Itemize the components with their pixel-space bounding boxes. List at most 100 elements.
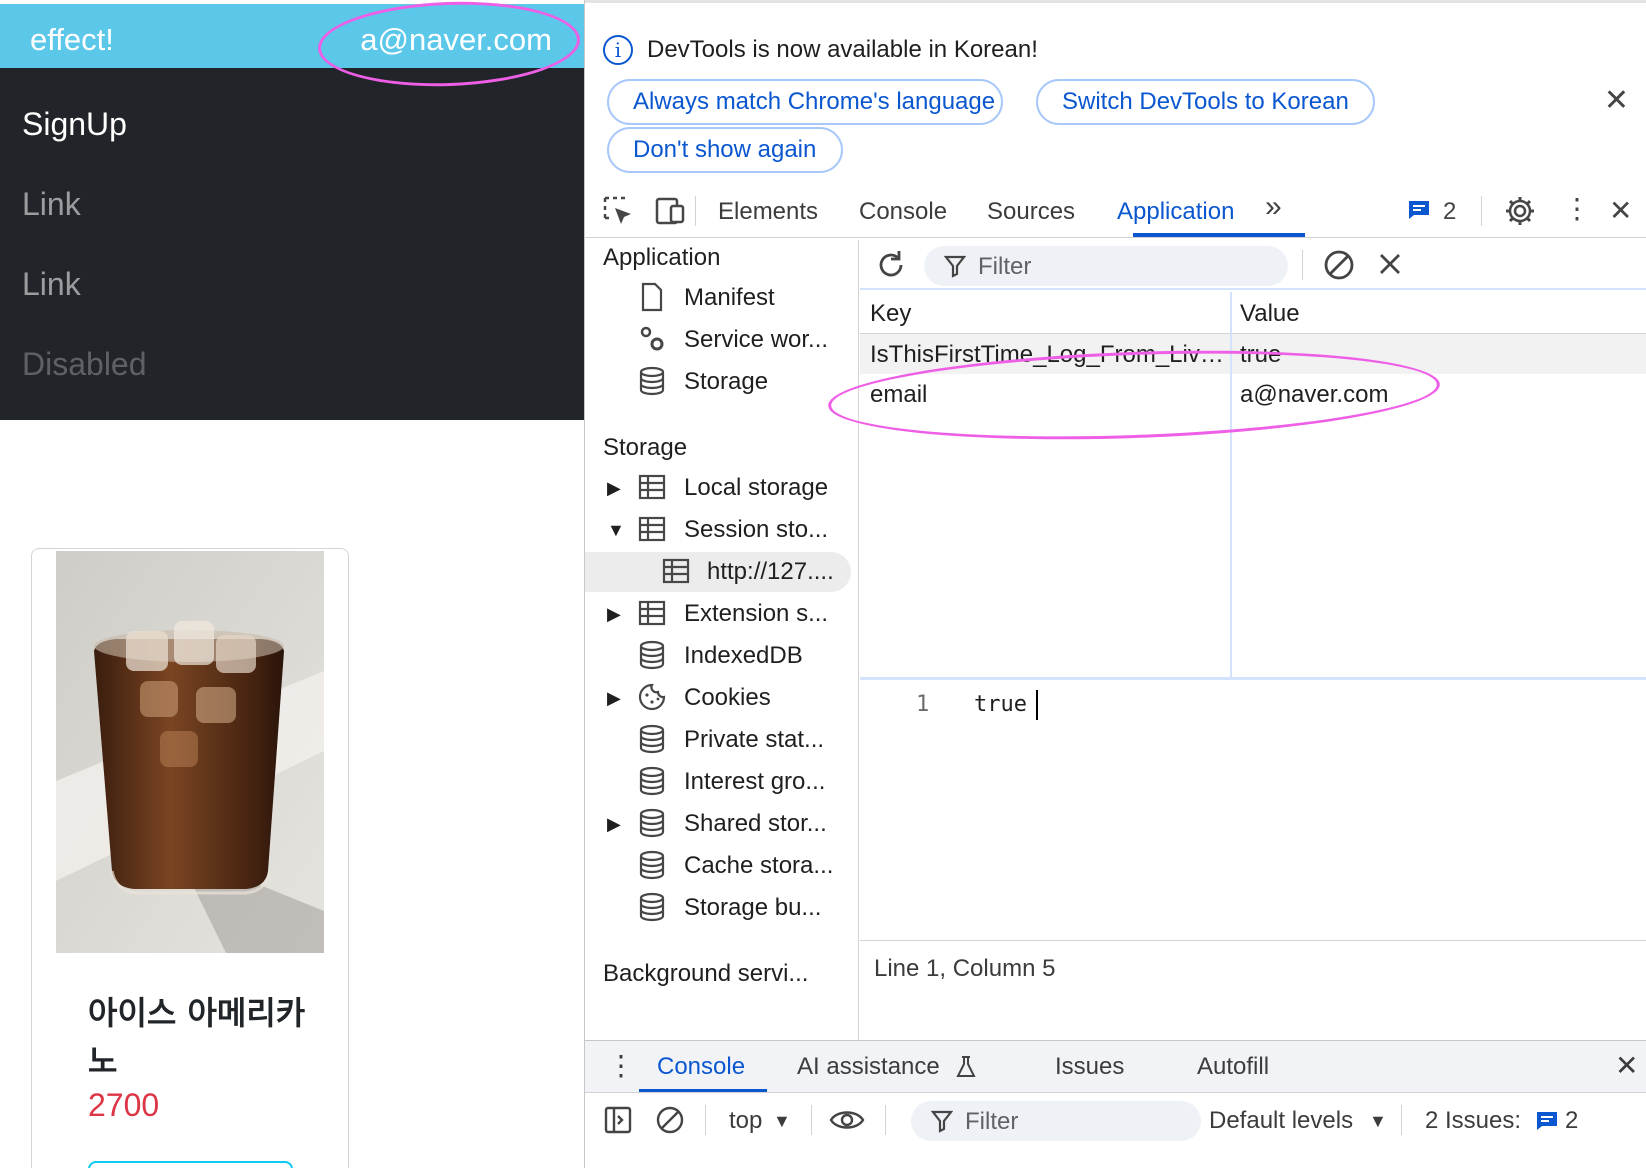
sidebar-item-label: Cookies [684,684,771,711]
sidebar-item-manifest[interactable]: Manifest [585,278,857,318]
site-header: effect! a@naver.com [0,4,584,68]
dropdown-arrow-icon[interactable]: ▼ [1369,1111,1387,1132]
filter-placeholder: Filter [965,1108,1019,1135]
switch-to-korean-button[interactable]: Switch DevTools to Korean [1036,79,1375,125]
dropdown-arrow-icon[interactable]: ▼ [773,1111,791,1132]
storage-toolbar: Filter [860,240,1646,290]
storage-view: Filter Key Value IsThisFirstTime_Log_Fro… [860,240,1646,1042]
issues-icon[interactable] [1535,1109,1559,1133]
sidebar-item-interest-groups[interactable]: Interest gro... [585,762,857,802]
sidebar-item-local-storage[interactable]: ▶ Local storage [585,468,857,508]
gears-icon [640,326,664,351]
sidebar-item-label: Storage bu... [684,894,822,921]
more-tabs-icon[interactable]: » [1265,190,1282,224]
row-value: a@naver.com [1240,381,1389,408]
product-image [56,551,324,953]
expand-arrow-icon[interactable]: ▶ [607,478,621,499]
context-selector[interactable]: top [729,1107,762,1135]
toolbar-divider [695,196,696,226]
sidebar-item-cookies[interactable]: ▶ Cookies [585,678,857,718]
sidebar-item-shared-storage[interactable]: ▶ Shared stor... [585,804,857,844]
sidebar-item-session-origin[interactable]: http://127.... [585,552,851,592]
drawer-tab-console[interactable]: Console [657,1053,745,1081]
document-icon [641,282,663,312]
console-filter-input[interactable]: Filter [911,1101,1201,1141]
close-icon[interactable]: ✕ [1604,83,1629,118]
sidebar-item-extension-storage[interactable]: ▶ Extension s... [585,594,857,634]
database-icon [639,366,665,396]
toolbar-divider [1401,1105,1402,1135]
database-icon [639,640,665,670]
storage-filter-input[interactable]: Filter [924,246,1288,286]
language-infobar: i DevTools is now available in Korean! A… [585,0,1646,182]
close-drawer-icon[interactable]: ✕ [1615,1049,1638,1082]
device-toolbar-icon[interactable] [653,194,687,228]
issues-label[interactable]: 2 Issues: [1425,1107,1521,1135]
column-divider[interactable] [1230,292,1232,678]
editor-line-text[interactable]: true [974,692,1027,717]
refresh-icon[interactable] [874,248,908,282]
sidebar-item-cache-storage[interactable]: Cache stora... [585,846,857,886]
kebab-menu-icon[interactable]: ⋮ [1563,192,1591,225]
filter-placeholder: Filter [978,253,1032,280]
column-header-value[interactable]: Value [1230,292,1310,334]
clear-all-icon[interactable] [1322,248,1356,282]
sidebar-item-service-workers[interactable]: Service wor... [585,320,857,360]
sidebar-item-storage[interactable]: Storage [585,362,857,402]
sidebar-item-label: Extension s... [684,600,829,627]
toolbar-divider [885,1105,886,1135]
issues-count[interactable]: 2 [1443,198,1456,226]
product-action-button[interactable] [88,1161,293,1168]
sidebar-heading-application: Application [603,244,721,271]
delete-selected-icon[interactable] [1376,250,1404,278]
dont-show-again-button[interactable]: Don't show again [607,127,843,173]
match-language-button[interactable]: Always match Chrome's language [607,79,1003,125]
eye-icon[interactable] [829,1107,865,1133]
sidebar-item-label: Storage [684,368,769,395]
issues-count[interactable]: 2 [1565,1107,1578,1135]
column-header-key[interactable]: Key [860,292,921,334]
close-devtools-icon[interactable]: ✕ [1609,194,1632,227]
sidebar-item-indexeddb[interactable]: IndexedDB [585,636,857,676]
nav-link[interactable]: Link [22,186,81,223]
drawer-tabbar: ⋮ Console AI assistance Issues Autofill … [585,1040,1646,1093]
expand-arrow-icon[interactable]: ▶ [607,688,621,709]
infobar-message: DevTools is now available in Korean! [647,36,1038,63]
editor-status-bar: Line 1, Column 5 [860,940,1646,992]
settings-gear-icon[interactable] [1503,194,1537,228]
log-levels-dropdown[interactable]: Default levels [1209,1107,1353,1135]
sidebar-item-session-storage[interactable]: ▼ Session sto... [585,510,857,550]
drawer-tab-autofill[interactable]: Autofill [1197,1053,1269,1081]
tab-elements[interactable]: Elements [718,198,818,226]
sidebar-toggle-icon[interactable] [603,1105,633,1135]
sidebar-item-label: Cache stora... [684,852,834,879]
database-icon [639,808,665,838]
table-header: Key Value [860,292,1646,334]
user-email: a@naver.com [360,22,552,57]
tab-application[interactable]: Application [1117,198,1234,226]
brand-logo[interactable]: effect! [30,22,114,58]
clear-console-icon[interactable] [655,1105,685,1135]
line-number: 1 [916,692,930,717]
nav-signup-link[interactable]: SignUp [22,106,127,143]
nav-link[interactable]: Link [22,266,81,303]
drawer-tab-issues[interactable]: Issues [1055,1053,1124,1081]
product-card: 아이스 아메리카노 2700 [31,548,349,1168]
application-sidebar: Application Manifest Service wor... Stor… [585,240,859,1042]
sidebar-item-private-state[interactable]: Private stat... [585,720,857,760]
issues-icon[interactable] [1407,198,1431,222]
database-icon [639,724,665,754]
expand-arrow-icon[interactable]: ▶ [607,604,621,625]
tab-console[interactable]: Console [859,198,947,226]
inspect-element-icon[interactable] [601,194,635,228]
collapse-arrow-icon[interactable]: ▼ [607,520,625,541]
drawer-menu-icon[interactable]: ⋮ [607,1049,635,1082]
drawer-tab-ai-assistance[interactable]: AI assistance [797,1053,940,1081]
devtools-tabbar: Elements Console Sources Application » 2… [585,186,1646,238]
table-row[interactable]: IsThisFirstTime_Log_From_LiveServer true [860,334,1646,374]
expand-arrow-icon[interactable]: ▶ [607,814,621,835]
sidebar-item-storage-buckets[interactable]: Storage bu... [585,888,857,928]
toolbar-divider [1481,196,1482,226]
tab-sources[interactable]: Sources [987,198,1075,226]
table-row[interactable]: email a@naver.com [860,374,1646,414]
